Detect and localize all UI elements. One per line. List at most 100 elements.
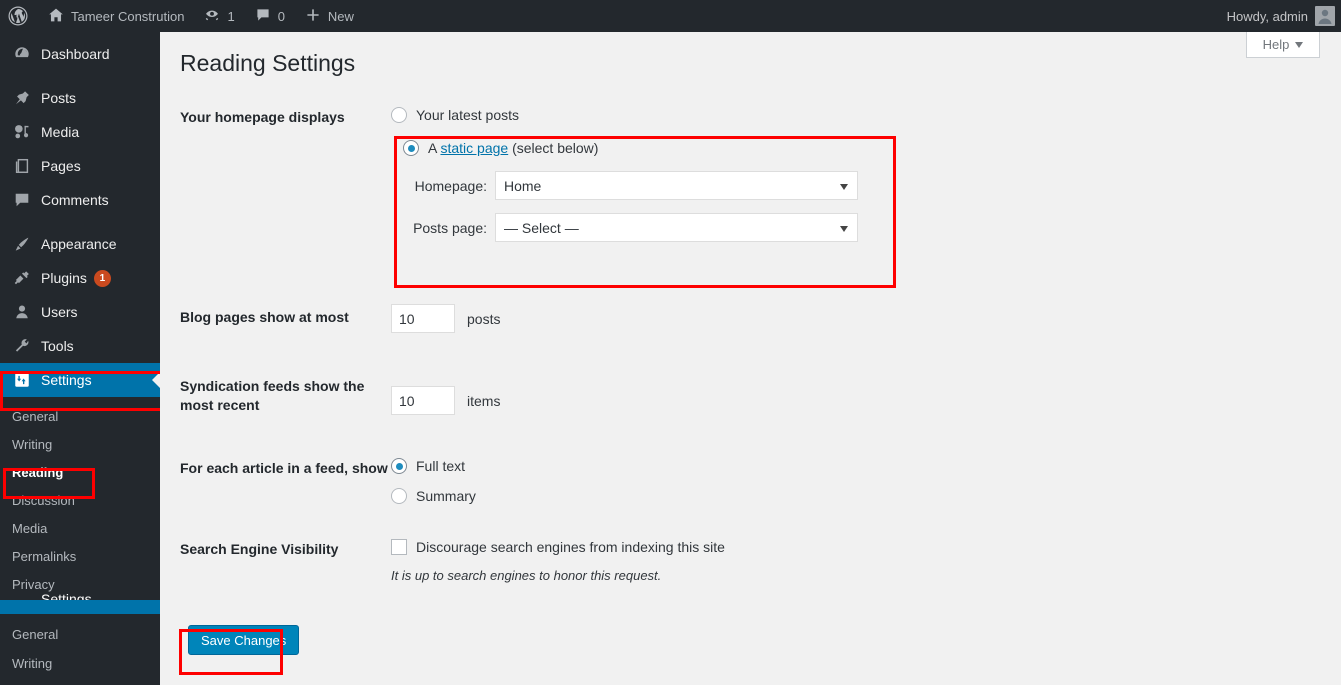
comments-button[interactable]: 0 <box>245 0 295 32</box>
save-changes-button[interactable]: Save Changes <box>188 625 300 655</box>
sidebar-item-tools[interactable]: Tools <box>0 329 160 363</box>
sidebar-subitem-general[interactable]: General <box>0 402 160 430</box>
homepage-select-value: Home <box>504 177 542 194</box>
row-field: Your latest posts A static page (select … <box>391 104 1180 248</box>
sidebar-item-settings[interactable]: Settings <box>0 363 160 397</box>
static-page-group: A static page (select below) Homepage: H… <box>391 125 1180 248</box>
sidebar-item-label: Comments <box>41 192 109 208</box>
blog-pages-unit: posts <box>467 310 501 327</box>
row-label: Syndication feeds show the most recent <box>180 378 365 413</box>
sidebar-item-comments[interactable]: Comments <box>0 183 160 217</box>
menu-separator <box>0 71 160 81</box>
sidebar-item-label: Appearance <box>41 236 117 252</box>
sidebar-item-posts[interactable]: Posts <box>0 81 160 115</box>
submenu-label: Writing <box>12 656 53 671</box>
sidebar-item-plugins[interactable]: Plugins 1 <box>0 261 160 295</box>
sidebar-item-label: Users <box>41 304 78 320</box>
sidebar-item-media[interactable]: Media <box>0 115 160 149</box>
posts-page-select[interactable]: — Select — <box>495 213 858 242</box>
plus-icon <box>305 7 321 26</box>
plug-icon <box>12 268 32 288</box>
submenu-label: General <box>12 408 59 424</box>
row-label: Your homepage displays <box>180 109 345 125</box>
radio-input-latest-posts[interactable] <box>391 106 407 123</box>
reading-settings-form: Your homepage displays Your latest posts… <box>180 104 1180 655</box>
row-blog-pages: Blog pages show at most 10 posts <box>180 304 1180 333</box>
row-field: 10 items <box>391 373 1180 415</box>
static-page-link[interactable]: static page <box>440 140 508 156</box>
wordpress-logo-button[interactable] <box>0 0 38 32</box>
radio-input-static-page[interactable] <box>403 139 419 156</box>
wordpress-logo-icon <box>8 6 28 26</box>
radio-latest-posts[interactable]: Your latest posts <box>391 104 1180 125</box>
radio-input-summary[interactable] <box>391 487 407 504</box>
settings-sliders-icon <box>12 370 32 390</box>
row-label: For each article in a feed, show <box>180 460 388 476</box>
page-title: Reading Settings <box>180 50 356 76</box>
main-content: Help Reading Settings Your homepage disp… <box>160 32 1341 685</box>
row-field: Full text Summary <box>391 455 1180 506</box>
comment-bubble-icon <box>12 190 32 210</box>
sidebar-item-label: Media <box>41 124 80 140</box>
media-icon <box>12 122 32 142</box>
radio-full-text[interactable]: Full text <box>391 455 1180 476</box>
sidebar-subitem-general-2[interactable]: General <box>0 620 160 649</box>
plugins-update-badge: 1 <box>93 269 111 287</box>
help-tab-button[interactable]: Help <box>1246 32 1320 58</box>
sidebar-item-appearance[interactable]: Appearance <box>0 227 160 261</box>
homepage-select[interactable]: Home <box>495 171 858 200</box>
sidebar-item-users[interactable]: Users <box>0 295 160 329</box>
pin-icon <box>12 88 32 108</box>
chevron-down-icon <box>1295 41 1304 48</box>
user-avatar-icon <box>1315 6 1335 26</box>
updates-button[interactable]: 1 <box>194 0 244 32</box>
sidebar-item-label: Posts <box>41 90 77 106</box>
submenu-label: Privacy <box>12 576 55 592</box>
sidebar-subitem-media[interactable]: Media <box>0 514 160 542</box>
row-homepage-displays: Your homepage displays Your latest posts… <box>180 104 1180 248</box>
radio-label-latest-posts: Your latest posts <box>416 106 519 123</box>
row-field: 10 posts <box>391 304 1180 333</box>
submenu-label: Reading <box>12 464 64 480</box>
home-icon <box>48 7 64 26</box>
syndication-input[interactable]: 10 <box>391 386 455 415</box>
sidebar-item-dashboard[interactable]: Dashboard <box>0 37 160 71</box>
radio-label-summary: Summary <box>416 487 476 504</box>
new-content-button[interactable]: New <box>295 0 364 32</box>
admin-bar: Tameer Constrution 1 0 New Howdy, admin <box>0 0 1341 32</box>
site-name-button[interactable]: Tameer Constrution <box>38 0 194 32</box>
sidebar-item-label: Tools <box>41 338 74 354</box>
updates-icon <box>204 7 220 26</box>
checkbox-label-discourage-search: Discourage search engines from indexing … <box>416 538 725 555</box>
sidebar-subitem-discussion[interactable]: Discussion <box>0 486 160 514</box>
sidebar-item-label: Plugins <box>41 270 87 286</box>
checkbox-discourage-search[interactable]: Discourage search engines from indexing … <box>391 536 1180 557</box>
help-tab-label: Help <box>1262 37 1290 52</box>
sidebar-subitem-reading[interactable]: Reading <box>0 458 160 486</box>
radio-summary[interactable]: Summary <box>391 485 1180 506</box>
wrench-icon <box>12 336 32 356</box>
sidebar-item-pages[interactable]: Pages <box>0 149 160 183</box>
radio-input-full-text[interactable] <box>391 457 407 474</box>
account-menu[interactable]: Howdy, admin <box>1217 0 1341 32</box>
sidebar-subitem-writing[interactable]: Writing <box>0 430 160 458</box>
page-icon <box>12 156 32 176</box>
posts-page-select-row: Posts page: — Select — <box>403 213 1180 242</box>
radio-label-static-page: A static page (select below) <box>428 140 598 156</box>
chevron-down-icon <box>840 184 848 190</box>
checkbox-input-discourage-search[interactable] <box>391 538 407 555</box>
paintbrush-icon <box>12 234 32 254</box>
settings-submenu-tail: General Writing <box>0 620 160 678</box>
radio-static-page[interactable]: A static page (select below) <box>403 137 1180 158</box>
submenu-label: Permalinks <box>12 548 77 564</box>
blog-pages-input[interactable]: 10 <box>391 304 455 333</box>
comment-bubble-icon <box>255 7 271 26</box>
sidebar-subitem-permalinks[interactable]: Permalinks <box>0 542 160 570</box>
sidebar-subitem-writing-2[interactable]: Writing <box>0 649 160 678</box>
row-label: Search Engine Visibility <box>180 541 339 557</box>
admin-sidebar-menu: Dashboard Posts Media Pages Comments App… <box>0 32 160 685</box>
ghost-settings-band <box>0 600 160 614</box>
comments-count: 0 <box>277 8 285 24</box>
chevron-down-icon <box>840 226 848 232</box>
static-page-prefix: A <box>428 139 441 156</box>
